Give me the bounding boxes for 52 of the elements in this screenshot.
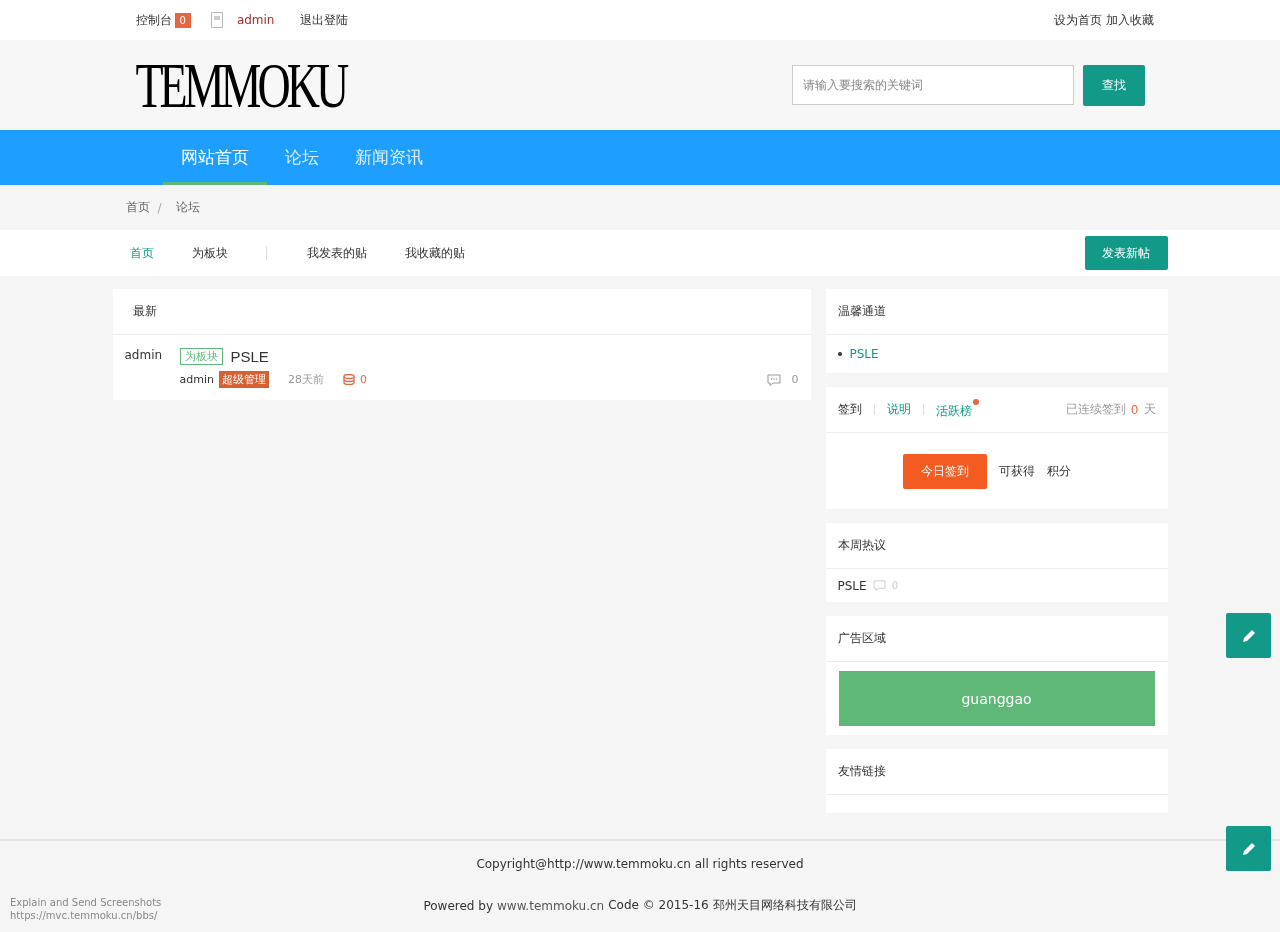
streak-unit: 天	[1143, 401, 1156, 418]
message-count-badge: 0	[174, 12, 191, 28]
role-badge: 超级管理	[218, 371, 269, 388]
reply-count: 0	[791, 373, 799, 386]
post-time: 28天前	[287, 372, 324, 387]
hot-topic-link[interactable]: PSLE	[837, 578, 867, 593]
company-text: Code © 2015-16 邳州天目网络科技有限公司	[608, 897, 857, 914]
sign-in-tab[interactable]: 说明	[886, 401, 911, 418]
edit-button[interactable]	[1226, 826, 1271, 871]
panel-title: 友情链接	[837, 763, 886, 780]
screenshot-tool-text: Explain and Send Screenshots	[10, 896, 162, 909]
panel-title: 本周热议	[837, 537, 886, 554]
edit-button[interactable]	[1226, 613, 1271, 658]
panel-title: 广告区域	[837, 630, 886, 647]
footer-link[interactable]: www.temmoku.cn	[497, 898, 605, 913]
panel-title: 温馨通道	[837, 303, 886, 320]
screenshot-tool-text: https://mvc.temmoku.cn/bbs/	[10, 909, 159, 922]
site-logo[interactable]: TEMMOKU	[135, 47, 346, 123]
new-post-button[interactable]: 发表新帖	[1084, 236, 1168, 270]
forum-tab[interactable]: 为板块	[191, 244, 228, 262]
sign-in-tab[interactable]: 签到	[837, 401, 862, 418]
top-link[interactable]: 加入收藏	[1105, 11, 1154, 29]
panel-title: 最新	[132, 303, 157, 320]
bullet-icon	[837, 352, 842, 356]
coin-count: 0	[359, 373, 367, 386]
avatar-icon	[210, 12, 223, 28]
streak-days: 0	[1130, 402, 1139, 417]
coin-stack-icon	[342, 374, 355, 385]
reward-unit: 积分	[1046, 462, 1071, 480]
forum-tab[interactable]: 我收藏的贴	[404, 244, 465, 262]
streak-label: 已连续签到	[1065, 401, 1126, 418]
post-title[interactable]: PSLE	[230, 348, 269, 365]
top-link[interactable]: 设为首页	[1053, 11, 1102, 29]
post-author[interactable]: admin	[124, 348, 180, 388]
comment-icon	[766, 373, 781, 386]
search-field[interactable]: 请输入要搜索的关键词	[791, 65, 1074, 105]
channel-link[interactable]: PSLE	[849, 347, 879, 361]
copyright-text: Copyright@http://www.temmoku.cn all rights reserved	[475, 857, 805, 871]
console-link[interactable]: 控制台	[135, 11, 172, 29]
breadcrumb-link[interactable]: 首页	[125, 199, 150, 216]
search-button[interactable]: 查找	[1082, 64, 1145, 106]
logout-link[interactable]: 退出登陆	[300, 11, 349, 29]
comment-icon	[872, 580, 886, 591]
breadcrumb-separator: /	[157, 200, 162, 215]
username-link[interactable]: admin	[236, 13, 275, 27]
sign-in-tab[interactable]: 活跃榜	[935, 399, 979, 420]
breadcrumb-link[interactable]: 论坛	[175, 199, 200, 216]
reward-label: 可获得	[998, 462, 1035, 480]
powered-by-label: Powered by	[423, 898, 494, 913]
forum-tab[interactable]: 首页	[129, 244, 154, 262]
post-meta-author[interactable]: admin	[179, 373, 214, 386]
forum-tab[interactable]: 我发表的贴	[306, 244, 367, 262]
